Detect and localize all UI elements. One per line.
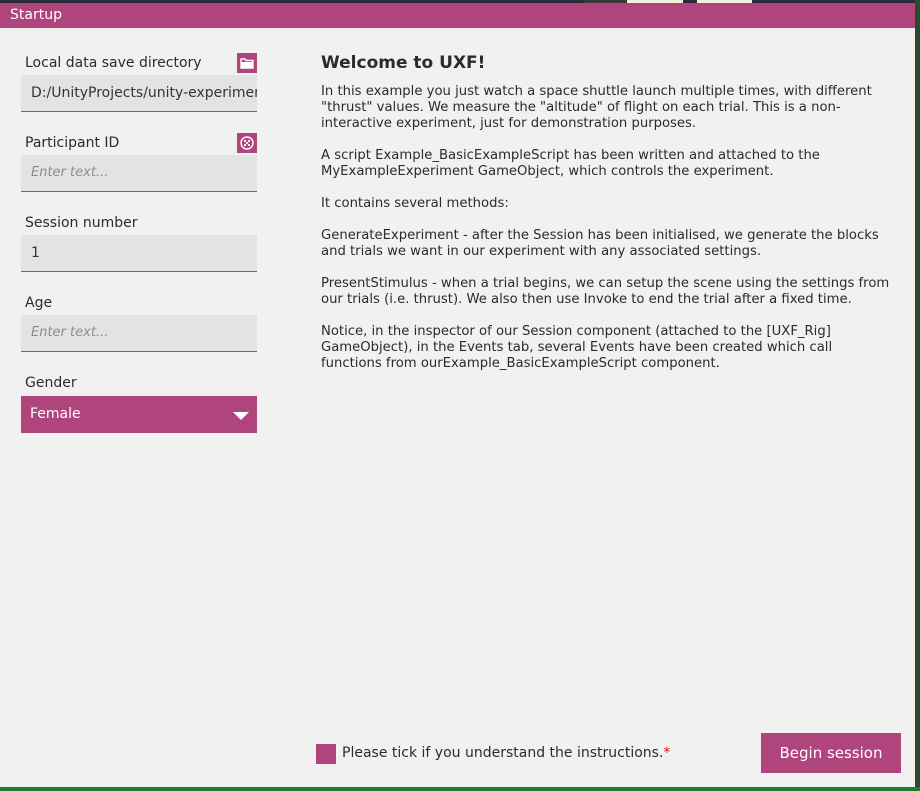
welcome-paragraph: It contains several methods: bbox=[321, 196, 509, 211]
instructions-checkbox[interactable] bbox=[316, 744, 336, 764]
dice-icon[interactable] bbox=[237, 133, 257, 153]
chevron-down-icon bbox=[233, 412, 249, 420]
welcome-paragraph: Notice, in the inspector of our Session … bbox=[321, 324, 833, 371]
session-number-label: Session number bbox=[25, 215, 138, 231]
begin-session-button[interactable]: Begin session bbox=[761, 733, 901, 773]
background-bottom-strip bbox=[0, 787, 920, 791]
instructions-checkbox-label: Please tick if you understand the instru… bbox=[342, 745, 670, 761]
save-directory-input[interactable]: D:/UnityProjects/unity-experiment- bbox=[21, 75, 257, 112]
age-input[interactable]: Enter text... bbox=[21, 315, 257, 352]
participant-id-input[interactable]: Enter text... bbox=[21, 155, 257, 192]
required-marker: * bbox=[663, 745, 671, 761]
startup-window: Startup Local data save directory D:/Uni… bbox=[0, 3, 915, 787]
participant-id-label: Participant ID bbox=[25, 135, 120, 151]
welcome-paragraph: PresentStimulus - when a trial begins, w… bbox=[321, 276, 890, 307]
window-titlebar: Startup bbox=[0, 3, 915, 28]
welcome-paragraph: GenerateExperiment - after the Session h… bbox=[321, 228, 879, 259]
background-right-strip bbox=[915, 0, 920, 791]
welcome-paragraph: In this example you just watch a space s… bbox=[321, 84, 872, 131]
welcome-title: Welcome to UXF! bbox=[321, 53, 486, 73]
gender-dropdown[interactable]: Female bbox=[21, 396, 257, 433]
gender-selected-value: Female bbox=[30, 406, 81, 422]
checkbox-label-text: Please tick if you understand the instru… bbox=[342, 745, 664, 761]
folder-icon[interactable] bbox=[237, 53, 257, 73]
age-label: Age bbox=[25, 295, 53, 311]
welcome-body: In this example you just watch a space s… bbox=[321, 84, 896, 388]
session-number-input[interactable]: 1 bbox=[21, 235, 257, 272]
gender-label: Gender bbox=[25, 375, 77, 391]
welcome-paragraph: A script Example_BasicExampleScript has … bbox=[321, 148, 820, 179]
save-directory-label: Local data save directory bbox=[25, 55, 202, 71]
